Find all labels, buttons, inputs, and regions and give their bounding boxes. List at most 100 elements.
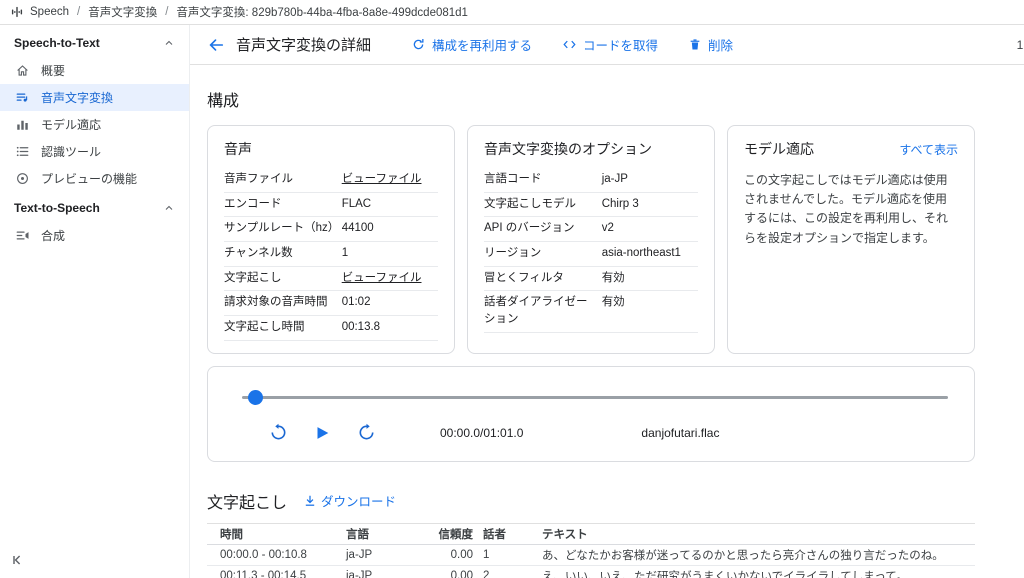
- forward-button[interactable]: [354, 421, 378, 445]
- detail-header: 音声文字変換の詳細 構成を再利用する コードを取得 削除 12/2: [190, 25, 1024, 65]
- download-icon: [303, 494, 317, 508]
- cell-text: あ、どなたかお客様が迷ってるのかと思ったら亮介さんの独り言だったのね。: [529, 545, 975, 565]
- page-title: 音声文字変換の詳細: [236, 34, 371, 55]
- sidebar-item-model-adaptation[interactable]: モデル適応: [0, 111, 189, 138]
- play-button[interactable]: [310, 421, 334, 445]
- refresh-icon: [411, 37, 426, 52]
- detail-content: 構成 音声 音声ファイル ビューファイル エンコード FLAC: [190, 65, 1024, 578]
- options-card-title: 音声文字変換のオプション: [484, 139, 652, 159]
- breadcrumb-separator: /: [163, 6, 170, 18]
- back-arrow-button[interactable]: [202, 31, 230, 59]
- cell-confidence: 0.00: [425, 547, 483, 563]
- col-text: テキスト: [529, 524, 975, 544]
- cell-language: ja-JP: [333, 547, 425, 563]
- sidebar-item-preview-features[interactable]: プレビューの機能: [0, 165, 189, 192]
- kv-row-transcription-time: 文字起こし時間 00:13.8: [224, 316, 438, 341]
- sidebar-item-label: モデル適応: [41, 116, 101, 133]
- download-label: ダウンロード: [321, 491, 396, 510]
- sidebar-item-transcription[interactable]: 音声文字変換: [0, 84, 189, 111]
- kv-row-channels: チャンネル数 1: [224, 242, 438, 267]
- breadcrumb-item-transcription[interactable]: 音声文字変換: [88, 4, 157, 20]
- kv-row-api-version: API のバージョン v2: [484, 217, 698, 242]
- transcript-section-title: 文字起こし: [207, 489, 287, 513]
- delete-label: 削除: [708, 35, 733, 54]
- transcription-options-card: 音声文字変換のオプション 言語コード ja-JP 文字起こしモデル Chirp …: [467, 125, 715, 354]
- transcript-row: 00:11.3 - 00:14.5 ja-JP 0.00 2 え、いい、いえ、た…: [207, 566, 975, 578]
- view-transcript-file-link[interactable]: ビューファイル: [342, 270, 438, 287]
- sidebar-item-label: プレビューの機能: [41, 170, 137, 187]
- audio-card: 音声 音声ファイル ビューファイル エンコード FLAC サンプ: [207, 125, 455, 354]
- sidebar-section-text-to-speech[interactable]: Text-to-Speech: [0, 192, 189, 222]
- sidebar-item-overview[interactable]: 概要: [0, 57, 189, 84]
- cell-time: 00:11.3 - 00:14.5: [207, 568, 333, 578]
- sidebar-item-recognizers[interactable]: 認識ツール: [0, 138, 189, 165]
- cell-speaker: 1: [483, 547, 529, 563]
- kv-row-language-code: 言語コード ja-JP: [484, 168, 698, 193]
- code-icon: [562, 37, 577, 52]
- download-button[interactable]: ダウンロード: [303, 491, 396, 510]
- view-audio-file-link[interactable]: ビューファイル: [342, 171, 438, 188]
- kv-row-encoding: エンコード FLAC: [224, 193, 438, 218]
- kv-row-audio-file: 音声ファイル ビューファイル: [224, 168, 438, 193]
- speech-waveform-icon: [10, 5, 24, 19]
- cell-confidence: 0.00: [425, 568, 483, 578]
- audio-filename: danjofutari.flac: [641, 426, 719, 440]
- list-icon: [14, 144, 30, 160]
- model-card-title: モデル適応: [744, 139, 814, 159]
- get-code-label: コードを取得: [583, 35, 658, 54]
- cell-text: え、いい、いえ、ただ研究がうまくいかないでイライラしてしまって。: [529, 566, 975, 578]
- sidebar-section-label: Text-to-Speech: [14, 201, 100, 215]
- cell-speaker: 2: [483, 568, 529, 578]
- reuse-config-label: 構成を再利用する: [432, 35, 532, 54]
- sidebar-section-speech-to-text[interactable]: Speech-to-Text: [0, 27, 189, 57]
- chevron-up-icon: [163, 202, 175, 214]
- transcript-table: 時間 言語 信頼度 話者 テキスト 00:00.0 - 00:10.8 ja-J…: [207, 523, 975, 578]
- sidebar-section-label: Speech-to-Text: [14, 36, 100, 50]
- breadcrumb: Speech / 音声文字変換 / 音声文字変換: 829b780b-44ba-…: [0, 0, 1024, 25]
- playback-time: 00:00.0/01:01.0: [440, 426, 523, 440]
- slider-track[interactable]: [242, 396, 948, 399]
- col-time: 時間: [207, 524, 333, 544]
- col-speaker: 話者: [483, 524, 529, 544]
- kv-row-diarization: 話者ダイアライゼーション 有効: [484, 291, 698, 332]
- preview-seal-icon: [14, 171, 30, 187]
- model-adaptation-description: この文字起こしではモデル適応は使用されませんでした。モデル適応を使用するには、こ…: [744, 171, 958, 248]
- chevron-up-icon: [163, 37, 175, 49]
- main-panel: 音声文字変換の詳細 構成を再利用する コードを取得 削除 12/2 構成: [190, 25, 1024, 578]
- col-language: 言語: [333, 524, 425, 544]
- get-code-button[interactable]: コードを取得: [562, 35, 658, 54]
- sidebar-item-label: 音声文字変換: [41, 89, 113, 106]
- bar-chart-icon: [14, 117, 30, 133]
- kv-row-sample-rate: サンプルレート（hz） 44100: [224, 217, 438, 242]
- transcription-list-icon: [14, 90, 30, 106]
- trash-icon: [688, 38, 702, 52]
- transcript-table-header: 時間 言語 信頼度 話者 テキスト: [207, 523, 975, 545]
- sidebar-item-label: 認識ツール: [41, 143, 101, 160]
- kv-row-region: リージョン asia-northeast1: [484, 242, 698, 267]
- reuse-config-button[interactable]: 構成を再利用する: [411, 35, 532, 54]
- breadcrumb-item-speech[interactable]: Speech: [30, 6, 69, 18]
- breadcrumb-separator: /: [75, 6, 82, 18]
- sidebar-item-synthesize[interactable]: 合成: [0, 222, 189, 249]
- seek-slider[interactable]: [234, 389, 948, 405]
- show-all-link[interactable]: すべて表示: [899, 141, 958, 158]
- header-date: 12/2: [1017, 38, 1024, 52]
- breadcrumb-item-transcription-id: 音声文字変換: 829b780b-44ba-4fba-8a8e-499dcde0…: [176, 4, 468, 20]
- sidebar-item-label: 合成: [41, 227, 65, 244]
- cell-language: ja-JP: [333, 568, 425, 578]
- kv-row-model: 文字起こしモデル Chirp 3: [484, 193, 698, 218]
- model-adaptation-card: モデル適応 すべて表示 この文字起こしではモデル適応は使用されませんでした。モデ…: [727, 125, 975, 354]
- speech-console-app: Speech / 音声文字変換 / 音声文字変換: 829b780b-44ba-…: [0, 0, 1024, 578]
- slider-thumb[interactable]: [248, 390, 263, 405]
- audio-player: 00:00.0/01:01.0 danjofutari.flac: [207, 366, 975, 462]
- delete-button[interactable]: 削除: [688, 35, 733, 54]
- replay-button[interactable]: [266, 421, 290, 445]
- home-icon: [14, 63, 30, 79]
- sidebar-item-label: 概要: [41, 62, 65, 79]
- kv-row-profanity-filter: 冒とくフィルタ 有効: [484, 267, 698, 292]
- sidebar: Speech-to-Text 概要 音声文字変換 モデル適応 認識ツール: [0, 25, 190, 578]
- cell-time: 00:00.0 - 00:10.8: [207, 547, 333, 563]
- kv-row-billed-duration: 請求対象の音声時間 01:02: [224, 291, 438, 316]
- collapse-sidebar-button[interactable]: [0, 544, 36, 578]
- transcript-row: 00:00.0 - 00:10.8 ja-JP 0.00 1 あ、どなたかお客様…: [207, 545, 975, 566]
